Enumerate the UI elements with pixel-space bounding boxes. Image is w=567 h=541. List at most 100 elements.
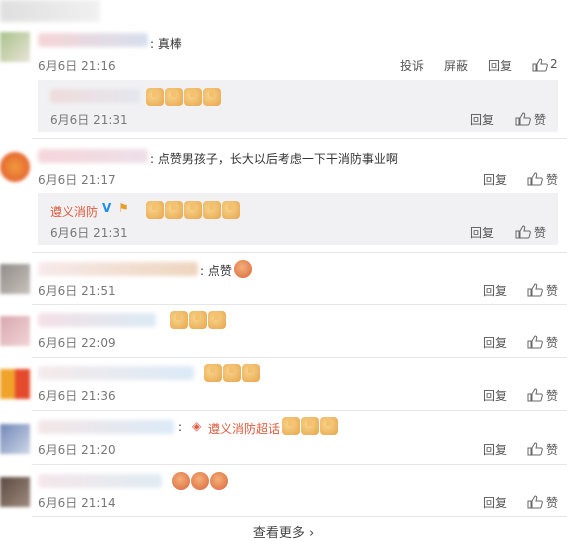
comment-time: 6月6日 21:20 (38, 443, 116, 457)
like-icon[interactable] (532, 58, 548, 72)
block-button[interactable]: 屏蔽 (444, 57, 468, 74)
reply-button[interactable]: 回复 (470, 224, 494, 241)
thumbs-up-emoji (165, 88, 183, 106)
divider (32, 410, 567, 411)
divider (32, 138, 567, 139)
comment-time: 6月6日 21:36 (38, 389, 116, 403)
divider (32, 464, 567, 465)
like-label[interactable]: 赞 (546, 171, 558, 188)
reply-box: 6月6日 21:31 回复 赞 (38, 80, 558, 132)
emoji-group (146, 88, 221, 106)
reply-box: 遵义消防 V ⚑ 6月6日 21:31 回复 赞 (38, 193, 558, 245)
comment-time: 6月6日 22:09 (38, 336, 116, 350)
thumbs-up-emoji (184, 88, 202, 106)
avatar[interactable] (0, 316, 30, 346)
avatar[interactable] (0, 369, 30, 399)
comment-time: 6月6日 21:51 (38, 284, 116, 298)
thumbs-up-emoji (242, 364, 260, 382)
top-blurred-header (0, 0, 100, 22)
comment-time: 6月6日 21:17 (38, 173, 116, 187)
username-blurred[interactable] (38, 474, 162, 488)
like-icon[interactable] (527, 388, 543, 402)
emoji-group (204, 364, 260, 382)
username-blurred[interactable] (38, 33, 148, 47)
emoji-group (282, 417, 338, 435)
thumbs-up-emoji (223, 364, 241, 382)
reply-button[interactable]: 回复 (483, 441, 507, 458)
verified-v-icon: V (102, 201, 112, 215)
thumbs-up-emoji (208, 311, 226, 329)
like-label[interactable]: 赞 (546, 282, 558, 299)
like-icon[interactable] (527, 335, 543, 349)
thumbs-up-emoji (165, 201, 183, 219)
emoji-group (146, 201, 240, 219)
reply-button[interactable]: 回复 (483, 334, 507, 351)
username-blurred[interactable] (38, 262, 198, 276)
thumbs-up-emoji (301, 417, 319, 435)
reply-time: 6月6日 21:31 (50, 226, 128, 240)
reply-button[interactable]: 回复 (483, 494, 507, 511)
avatar[interactable] (0, 264, 30, 294)
reply-username[interactable]: 遵义消防 (50, 203, 98, 220)
like-icon[interactable] (515, 112, 531, 126)
reply-button[interactable]: 回复 (483, 171, 507, 188)
comment-text: : (178, 420, 183, 434)
like-icon[interactable] (527, 442, 543, 456)
like-label[interactable]: 赞 (534, 111, 546, 128)
username-blurred[interactable] (38, 149, 148, 163)
emoji-group (172, 472, 228, 490)
divider (32, 516, 567, 517)
supertopic-link[interactable]: 遵义消防超话 (208, 420, 280, 437)
reply-button[interactable]: 回复 (488, 57, 512, 74)
topic-icon: ◈ (192, 419, 202, 433)
avatar[interactable] (0, 32, 30, 62)
thumbs-up-emoji (320, 417, 338, 435)
username-blurred[interactable] (38, 366, 194, 380)
thumbs-up-emoji (189, 311, 207, 329)
username-blurred[interactable] (38, 313, 156, 327)
load-more-button[interactable]: 查看更多 › (0, 522, 567, 541)
divider (32, 304, 567, 305)
report-button[interactable]: 投诉 (400, 57, 424, 74)
like-icon[interactable] (527, 172, 543, 186)
like-label[interactable]: 赞 (546, 441, 558, 458)
like-label[interactable]: 赞 (546, 387, 558, 404)
reply-button[interactable]: 回复 (483, 282, 507, 299)
reply-button[interactable]: 回复 (470, 111, 494, 128)
username-blurred[interactable] (38, 420, 174, 434)
avatar[interactable] (0, 477, 30, 507)
comment-time: 6月6日 21:14 (38, 496, 116, 510)
emoji (234, 260, 252, 278)
thumbs-up-emoji (170, 311, 188, 329)
thumbs-up-emoji (282, 417, 300, 435)
thumbs-up-emoji (203, 88, 221, 106)
emoji-group (170, 311, 226, 329)
divider (32, 357, 567, 358)
avatar[interactable] (0, 424, 30, 454)
medal-icon: ⚑ (118, 201, 129, 215)
comment-text: : 点赞 (200, 264, 232, 278)
reply-time: 6月6日 21:31 (50, 113, 128, 127)
reply-button[interactable]: 回复 (483, 387, 507, 404)
thumbs-up-emoji (222, 201, 240, 219)
thumbs-up-emoji (146, 201, 164, 219)
emoji (210, 472, 228, 490)
like-icon[interactable] (527, 495, 543, 509)
like-label[interactable]: 赞 (534, 224, 546, 241)
comment-text: : 点赞男孩子，长大以后考虑一下干消防事业啊 (150, 152, 398, 166)
like-label[interactable]: 赞 (546, 494, 558, 511)
like-icon[interactable] (527, 283, 543, 297)
comment-time: 6月6日 21:16 (38, 59, 116, 73)
emoji (191, 472, 209, 490)
thumbs-up-emoji (146, 88, 164, 106)
like-count: 2 (550, 57, 558, 71)
thumbs-up-emoji (204, 364, 222, 382)
username-blurred[interactable] (50, 89, 140, 103)
emoji (172, 472, 190, 490)
thumbs-up-emoji (203, 201, 221, 219)
divider (32, 252, 567, 253)
thumbs-up-emoji (184, 201, 202, 219)
like-icon[interactable] (515, 225, 531, 239)
avatar[interactable] (0, 152, 30, 182)
like-label[interactable]: 赞 (546, 334, 558, 351)
